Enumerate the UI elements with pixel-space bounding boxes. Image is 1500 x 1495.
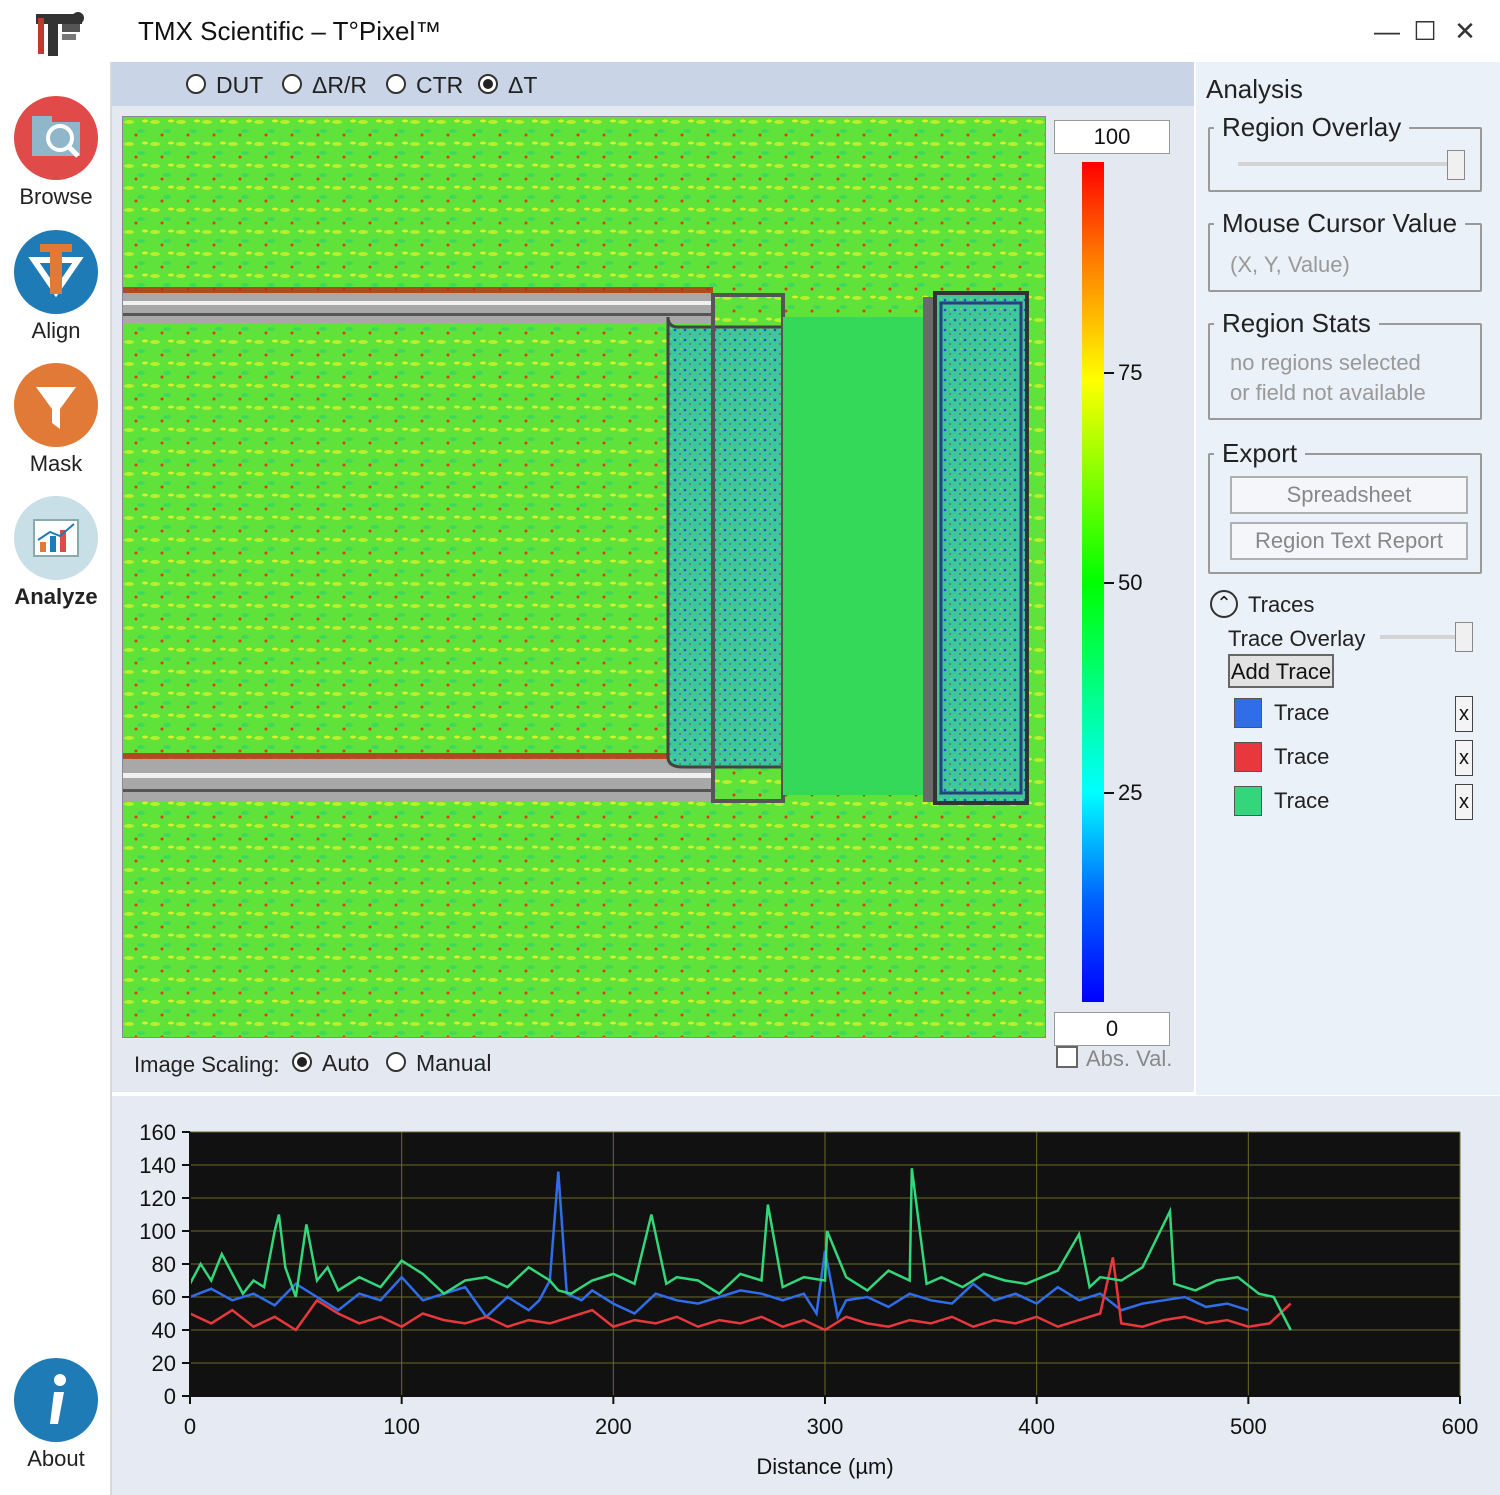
mask-funnel-icon bbox=[14, 363, 98, 447]
scaling-manual-radio[interactable]: Manual bbox=[386, 1050, 491, 1076]
colorbar-tick bbox=[1104, 582, 1114, 584]
mouse-cursor-title: Mouse Cursor Value bbox=[1222, 208, 1458, 238]
trace-3-remove-button[interactable]: x bbox=[1455, 784, 1473, 820]
x-tick-label: 600 bbox=[1442, 1414, 1479, 1439]
colorbar-max-input[interactable]: 100 bbox=[1054, 120, 1170, 154]
y-tick-label: 80 bbox=[152, 1252, 176, 1277]
scaling-auto-radio[interactable]: Auto bbox=[292, 1050, 369, 1076]
y-tick-label: 100 bbox=[139, 1219, 176, 1244]
minimize-button[interactable]: — bbox=[1370, 14, 1404, 48]
x-tick-label: 500 bbox=[1230, 1414, 1267, 1439]
browse-icon bbox=[14, 96, 98, 180]
y-tick-label: 20 bbox=[152, 1351, 176, 1376]
close-button[interactable]: ✕ bbox=[1448, 14, 1482, 48]
trace-overlay-slider-thumb[interactable] bbox=[1455, 622, 1473, 652]
mode-radio-bar bbox=[112, 62, 1194, 106]
colorbar-tick-label: 25 bbox=[1118, 780, 1143, 805]
radio-dot-selected-icon bbox=[478, 73, 498, 94]
y-tick-label: 140 bbox=[139, 1153, 176, 1178]
x-tick-label: 100 bbox=[383, 1414, 420, 1439]
mode-ctr-label: CTR bbox=[416, 72, 464, 98]
region-overlay-slider-thumb[interactable] bbox=[1447, 150, 1465, 180]
traces-collapse-icon[interactable]: ⌃ bbox=[1210, 590, 1238, 618]
colorbar-tick-label: 75 bbox=[1118, 360, 1143, 385]
mode-dut-label: DUT bbox=[216, 72, 264, 98]
trace-3-label: Trace bbox=[1274, 788, 1330, 813]
mode-dt-label: ΔT bbox=[508, 72, 538, 98]
thermal-image[interactable] bbox=[122, 116, 1046, 1038]
y-tick-label: 120 bbox=[139, 1186, 176, 1211]
radio-dot-icon bbox=[386, 73, 406, 94]
trace-2-color-swatch[interactable] bbox=[1234, 742, 1262, 772]
x-tick-label: 400 bbox=[1018, 1414, 1055, 1439]
x-axis-label: Distance (µm) bbox=[756, 1454, 893, 1479]
radio-dot-icon bbox=[386, 1051, 406, 1072]
window-title: TMX Scientific – T°Pixel™ bbox=[138, 16, 442, 46]
analysis-title: Analysis bbox=[1206, 74, 1303, 104]
colorbar-tick bbox=[1104, 372, 1114, 374]
mouse-cursor-group: Mouse Cursor Value bbox=[1208, 208, 1482, 292]
region-stats-title: Region Stats bbox=[1222, 308, 1371, 338]
abs-val-checkbox[interactable] bbox=[1056, 1046, 1078, 1068]
trace-2-remove-button[interactable]: x bbox=[1455, 740, 1473, 776]
trace-1-color-swatch[interactable] bbox=[1234, 698, 1262, 728]
trace-chart[interactable]: 0 100 200 300 400 500 600 0 20 40 60 80 100 120 140 160… bbox=[112, 1096, 1500, 1495]
region-overlay-title: Region Overlay bbox=[1222, 112, 1402, 142]
nav-browse-label: Browse bbox=[19, 184, 93, 209]
radio-dot-icon bbox=[282, 73, 302, 94]
y-tick-label: 0 bbox=[164, 1384, 176, 1409]
trace-3-color-swatch[interactable] bbox=[1234, 786, 1262, 816]
colorbar-tick-label: 50 bbox=[1118, 570, 1143, 595]
nav-analyze[interactable]: Analyze bbox=[0, 496, 110, 626]
abs-val-label: Abs. Val. bbox=[1086, 1046, 1173, 1071]
traces-title: Traces bbox=[1248, 592, 1315, 617]
mode-drr-radio[interactable]: ΔR/R bbox=[282, 72, 367, 98]
mode-drr-label: ΔR/R bbox=[312, 72, 367, 98]
x-tick-label: 200 bbox=[595, 1414, 632, 1439]
y-tick-label: 60 bbox=[152, 1285, 176, 1310]
colorbar-min-input[interactable]: 0 bbox=[1054, 1012, 1170, 1046]
nav-about[interactable]: About bbox=[0, 1358, 110, 1488]
scaling-auto-label: Auto bbox=[322, 1050, 370, 1076]
scaling-manual-label: Manual bbox=[416, 1050, 492, 1076]
nav-mask-label: Mask bbox=[29, 451, 83, 476]
region-overlay-slider-track bbox=[1238, 162, 1464, 166]
trace-overlay-label: Trace Overlay bbox=[1228, 626, 1366, 651]
nav-about-label: About bbox=[27, 1446, 85, 1471]
maximize-button[interactable]: ☐ bbox=[1408, 14, 1442, 48]
title-bar: TMX Scientific – T°Pixel™ — ☐ ✕ bbox=[0, 0, 1500, 62]
x-tick-label: 0 bbox=[184, 1414, 196, 1439]
trace-2-label: Trace bbox=[1274, 744, 1330, 769]
app-logo-icon bbox=[36, 12, 84, 56]
nav-align-label: Align bbox=[31, 318, 81, 343]
radio-dot-icon bbox=[186, 73, 206, 94]
nav-analyze-label: Analyze bbox=[14, 584, 98, 609]
mode-dut-radio[interactable]: DUT bbox=[186, 72, 263, 98]
info-icon bbox=[14, 1358, 98, 1442]
radio-dot-selected-icon bbox=[292, 1051, 312, 1072]
region-stats-line1: no regions selected bbox=[1230, 350, 1421, 375]
export-report-button[interactable]: Region Text Report bbox=[1230, 522, 1468, 560]
colorbar-gradient bbox=[1082, 162, 1104, 1002]
add-trace-button[interactable]: Add Trace bbox=[1228, 654, 1334, 688]
mode-ctr-radio[interactable]: CTR bbox=[386, 72, 463, 98]
nav-browse[interactable]: Browse bbox=[0, 96, 110, 226]
region-stats-line2: or field not available bbox=[1230, 380, 1426, 405]
export-spreadsheet-button[interactable]: Spreadsheet bbox=[1230, 476, 1468, 514]
mode-dt-radio[interactable]: ΔT bbox=[478, 72, 537, 98]
region-overlay-group: Region Overlay bbox=[1208, 112, 1482, 192]
align-icon bbox=[14, 230, 98, 314]
export-title: Export bbox=[1222, 438, 1298, 468]
y-tick-label: 160 bbox=[139, 1120, 176, 1145]
mouse-cursor-value: (X, Y, Value) bbox=[1230, 252, 1350, 277]
x-tick-label: 300 bbox=[807, 1414, 844, 1439]
y-tick-label: 40 bbox=[152, 1318, 176, 1343]
trace-1-label: Trace bbox=[1274, 700, 1330, 725]
analyze-chart-icon bbox=[14, 496, 98, 580]
image-scaling-label: Image Scaling: bbox=[134, 1052, 280, 1077]
colorbar-tick bbox=[1104, 792, 1114, 794]
nav-align[interactable]: Align bbox=[0, 230, 110, 360]
trace-1-remove-button[interactable]: x bbox=[1455, 696, 1473, 732]
nav-mask[interactable]: Mask bbox=[0, 363, 110, 493]
